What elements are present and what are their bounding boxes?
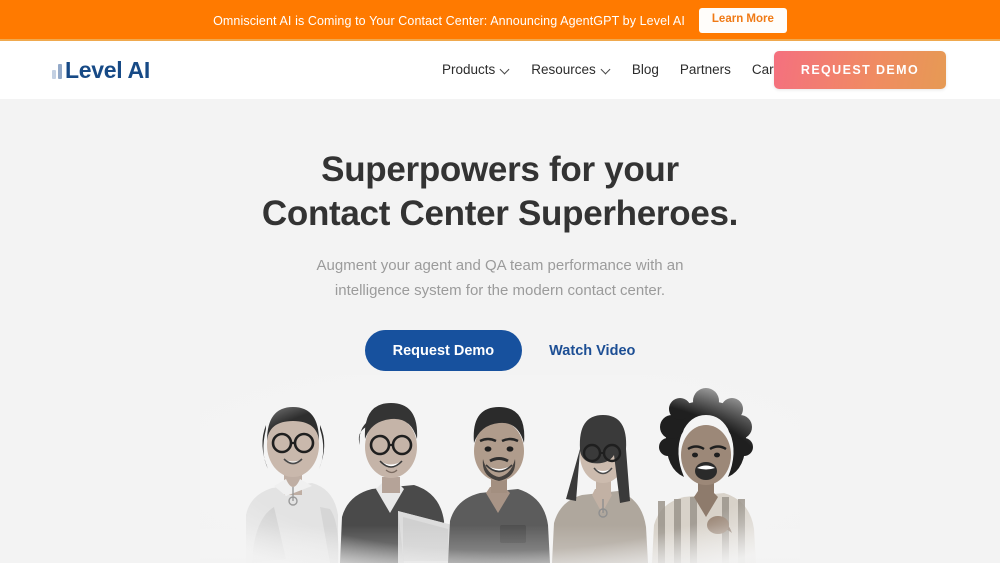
request-demo-header-button[interactable]: REQUEST DEMO — [774, 51, 946, 89]
nav-label-partners: Partners — [679, 62, 731, 78]
hero-section: Superpowers for your Contact Center Supe… — [0, 99, 1000, 563]
hero-title-line-1: Superpowers for your — [321, 150, 679, 189]
nav-item-partners[interactable]: Partners — [680, 63, 731, 77]
chevron-down-icon — [602, 65, 611, 74]
learn-more-button[interactable]: Learn More — [698, 8, 787, 33]
hero-content: Superpowers for your Contact Center Supe… — [0, 99, 1000, 371]
nav-item-resources[interactable]: Resources — [531, 63, 611, 77]
request-demo-button[interactable]: Request Demo — [364, 330, 523, 371]
chevron-down-icon — [501, 65, 510, 74]
hero-title-line-2: Contact Center Superheroes. — [261, 194, 739, 233]
hero-team-photo — [200, 375, 800, 563]
main-navigation: Products Resources Blog Partners Careers — [442, 63, 800, 77]
nav-label-products: Products — [442, 62, 496, 78]
nav-label-blog: Blog — [631, 62, 659, 78]
site-header: Level AI Products Resources Blog Partner… — [0, 41, 1000, 99]
announcement-text: Omniscient AI is Coming to Your Contact … — [213, 13, 685, 28]
hero-title: Superpowers for your Contact Center Supe… — [0, 148, 1000, 236]
brand-logo[interactable]: Level AI — [52, 56, 150, 83]
nav-item-products[interactable]: Products — [442, 63, 510, 77]
watch-video-link[interactable]: Watch Video — [549, 343, 635, 359]
hero-subtitle-line-1: Augment your agent and QA team performan… — [316, 257, 684, 274]
hero-subtitle: Augment your agent and QA team performan… — [0, 253, 1000, 303]
bar-chart-icon — [52, 59, 62, 79]
hero-subtitle-line-2: intelligence system for the modern conta… — [334, 282, 666, 299]
brand-name: Level AI — [65, 56, 150, 83]
nav-label-resources: Resources — [531, 62, 596, 78]
nav-item-blog[interactable]: Blog — [632, 63, 659, 77]
hero-cta-group: Request Demo Watch Video — [0, 330, 1000, 371]
announcement-banner: Omniscient AI is Coming to Your Contact … — [0, 0, 1000, 41]
